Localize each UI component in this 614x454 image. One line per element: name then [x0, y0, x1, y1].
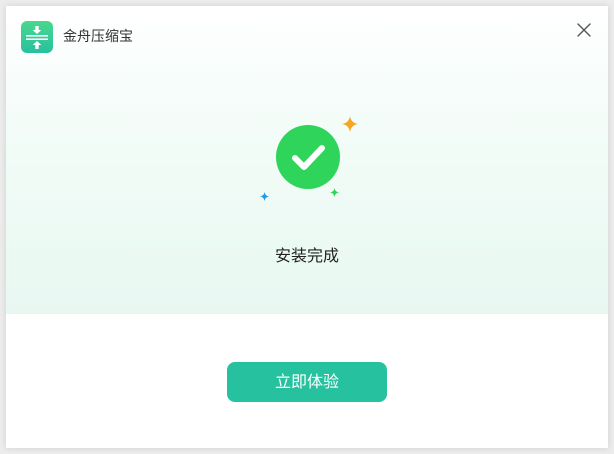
try-now-button[interactable]: 立即体验	[227, 362, 387, 402]
close-button[interactable]	[574, 20, 594, 40]
app-title: 金舟压缩宝	[63, 29, 133, 45]
installer-window: 金舟压缩宝 安装完成 立即体验	[6, 6, 608, 448]
install-status-text: 安装完成	[274, 246, 339, 265]
sparkle-icon	[260, 192, 269, 201]
sparkle-icon	[342, 116, 358, 132]
check-circle-icon	[276, 125, 340, 189]
sparkle-icon	[330, 188, 339, 197]
success-illustration	[256, 114, 366, 209]
title-bar: 金舟压缩宝	[6, 6, 608, 66]
close-icon	[577, 23, 591, 37]
compress-arrows-icon	[21, 21, 53, 53]
